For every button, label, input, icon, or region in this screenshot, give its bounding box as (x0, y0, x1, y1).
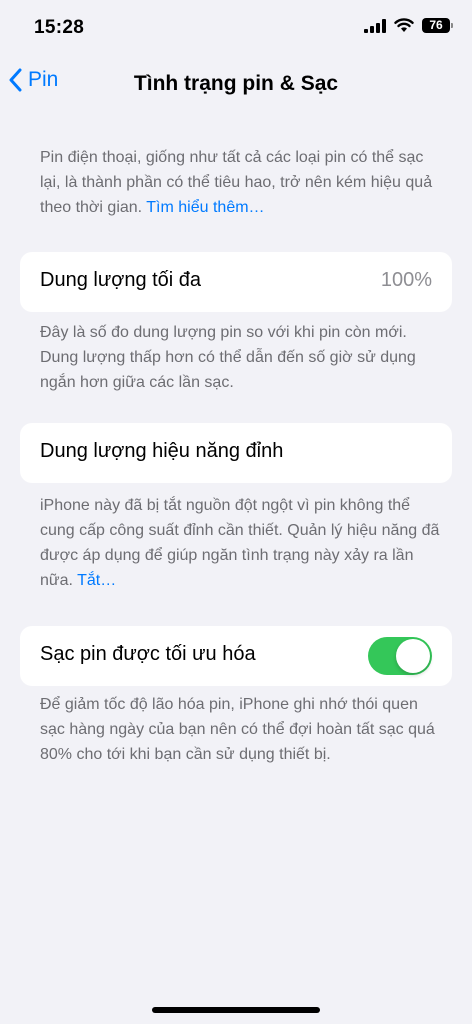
optimized-charging-row: Sạc pin được tối ưu hóa (20, 626, 452, 686)
max-capacity-label: Dung lượng tối đa (40, 269, 202, 291)
intro-description: Pin điện thoại, giống như tất cả các loạ… (40, 145, 440, 220)
toggle-knob (396, 639, 430, 673)
home-indicator[interactable] (152, 1007, 320, 1013)
cellular-signal-icon (364, 18, 386, 33)
page-title: Tình trạng pin & Sạc (133, 72, 339, 95)
peak-performance-row: Dung lượng hiệu năng đỉnh (20, 423, 452, 483)
status-icons: 76 (364, 18, 453, 33)
peak-performance-label: Dung lượng hiệu năng đỉnh (40, 440, 284, 462)
optimized-charging-description: Để giảm tốc độ lão hóa pin, iPhone ghi n… (40, 696, 435, 763)
max-capacity-row: Dung lượng tối đa 100% (20, 252, 452, 312)
optimized-charging-label: Sạc pin được tối ưu hóa (40, 643, 256, 665)
learn-more-link[interactable]: Tìm hiểu thêm… (146, 199, 264, 216)
battery-icon: 76 (422, 18, 453, 33)
peak-performance-description: iPhone này đã bị tắt nguồn đột ngột vì p… (40, 493, 440, 593)
optimized-charging-toggle[interactable] (368, 637, 432, 675)
max-capacity-description: Đây là số đo dung lượng pin so với khi p… (40, 324, 416, 391)
wifi-icon (394, 18, 414, 32)
disable-link[interactable]: Tắt… (77, 572, 116, 589)
max-capacity-value: 100% (380, 269, 432, 291)
navigation-bar: Pin Tình trạng pin & Sạc (0, 60, 472, 108)
status-bar: 15:28 76 (0, 0, 472, 56)
status-time: 15:28 (34, 17, 85, 38)
